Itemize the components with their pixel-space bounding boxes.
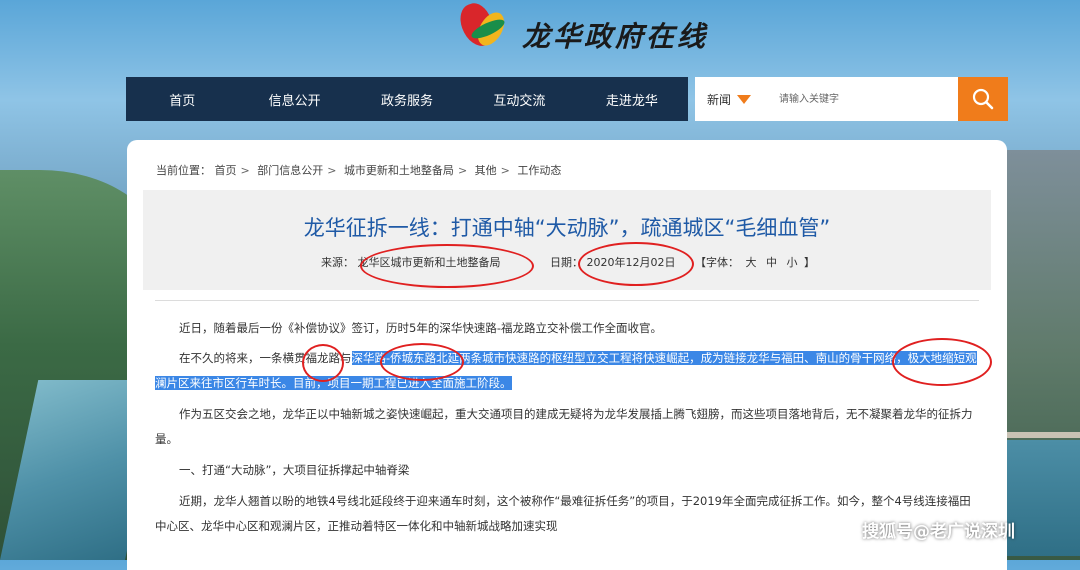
nav-item-home[interactable]: 首页 <box>126 90 238 109</box>
content-panel: 当前位置： 首页 > 部门信息公开 > 城市更新和土地整备局 > 其他 > 工作动态 龙… <box>127 140 1007 570</box>
search-category-select[interactable]: 新闻 <box>695 91 765 108</box>
article-source: 来源： 龙华区城市更新和土地整备局 <box>321 254 501 270</box>
site-logo[interactable]: 龙华政府在线 <box>455 0 709 56</box>
date-value: 2020年12月02日 <box>586 256 676 269</box>
article-section-heading: 一、打通“大动脉”，大项目征拆撑起中轴脊梁 <box>179 463 410 477</box>
article-paragraph-5: 近期，龙华人翘首以盼的地铁4号线北延段终于迎来通车时刻，这个被称作“最难征拆任务… <box>155 494 971 533</box>
background-bridge-right <box>1006 432 1080 438</box>
dropdown-triangle-icon <box>737 94 752 104</box>
breadcrumb-separator: > <box>500 164 510 177</box>
breadcrumb-bureau[interactable]: 城市更新和土地整备局 <box>344 164 454 177</box>
article-paragraph-1: 近日，随着最后一份《补偿协议》签订，历时5年的深华快速路-福龙路立交补偿工作全面… <box>179 321 662 335</box>
search-category-label: 新闻 <box>707 92 732 107</box>
search-button[interactable] <box>958 77 1008 121</box>
font-size-control: 【字体： 大 中 小 】 <box>695 254 815 270</box>
font-size-label: 【字体： <box>695 256 739 269</box>
search-bar: 新闻 <box>695 77 1008 121</box>
font-size-small[interactable]: 小 <box>784 256 801 269</box>
font-size-large[interactable]: 大 <box>743 256 760 269</box>
source-label: 来源： <box>321 256 354 269</box>
font-size-medium[interactable]: 中 <box>763 256 780 269</box>
divider <box>155 300 979 301</box>
breadcrumb: 当前位置： 首页 > 部门信息公开 > 城市更新和土地整备局 > 其他 > 工作动态 <box>156 162 561 178</box>
nav-item-gov-services[interactable]: 政务服务 <box>351 90 463 109</box>
article-paragraph-2: 在不久的将来，一条横贯福龙路与深华路-侨城东路北延两条城市快速路的枢纽型立交工程… <box>155 346 979 396</box>
article-header: 龙华征拆一线：打通中轴“大动脉”，疏通城区“毛细血管” 来源： 龙华区城市更新和… <box>143 190 991 290</box>
search-input[interactable] <box>765 83 958 115</box>
breadcrumb-home[interactable]: 首页 <box>215 164 237 177</box>
source-value: 龙华区城市更新和土地整备局 <box>357 256 501 269</box>
breadcrumb-dept-info[interactable]: 部门信息公开 <box>257 164 323 177</box>
logo-text: 龙华政府在线 <box>522 20 709 53</box>
watermark: 搜狐号@老广说深圳 <box>862 522 1015 542</box>
breadcrumb-work-news[interactable]: 工作动态 <box>517 164 561 177</box>
logo-emblem-icon <box>455 0 514 53</box>
breadcrumb-separator: > <box>457 164 468 177</box>
background-water-right <box>1006 440 1080 556</box>
nav-item-info-disclosure[interactable]: 信息公开 <box>238 90 350 109</box>
article-title: 龙华征拆一线：打通中轴“大动脉”，疏通城区“毛细血管” <box>303 216 831 240</box>
article-date: 日期： 2020年12月02日 <box>550 254 676 270</box>
breadcrumb-prefix: 当前位置： <box>156 164 211 177</box>
search-icon <box>972 88 994 110</box>
date-label: 日期： <box>550 256 583 269</box>
paragraph-2-plain: 在不久的将来，一条横贯福龙路与 <box>179 351 352 365</box>
nav-item-about-longhua[interactable]: 走进龙华 <box>576 90 688 109</box>
breadcrumb-separator: > <box>327 164 337 177</box>
font-size-close: 】 <box>804 256 815 269</box>
breadcrumb-other[interactable]: 其他 <box>475 164 497 177</box>
article-paragraph-3: 作为五区交会之地，龙华正以中轴新城之姿快速崛起，重大交通项目的建成无疑将为龙华发… <box>155 407 973 446</box>
breadcrumb-separator: > <box>240 164 250 177</box>
nav-item-interaction[interactable]: 互动交流 <box>463 90 575 109</box>
main-nav: 首页 信息公开 政务服务 互动交流 走进龙华 <box>126 77 688 121</box>
